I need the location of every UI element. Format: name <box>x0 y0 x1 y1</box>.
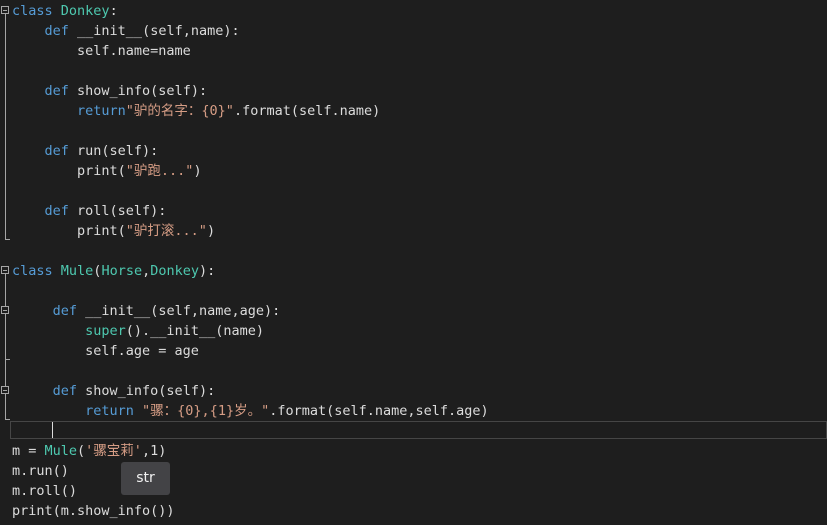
code-token: roll(self): <box>77 203 167 219</box>
code-line[interactable]: class Mule(Horse,Donkey): <box>12 261 215 281</box>
code-token: m = <box>12 443 45 459</box>
fold-toggle-donkey-class-icon[interactable] <box>1 6 9 14</box>
code-token: return <box>12 403 143 419</box>
code-line[interactable]: def run(self): <box>12 141 159 161</box>
code-editor[interactable]: class Donkey: def __init__(self,name): s… <box>0 0 827 525</box>
code-token: __init__ <box>85 303 151 319</box>
code-token: __init__ <box>77 23 143 39</box>
code-token: def <box>12 143 78 159</box>
code-line[interactable]: m = Mule('骡宝莉',1) <box>12 441 166 461</box>
code-token: class <box>12 3 61 19</box>
code-token: ().__init__(name) <box>125 323 264 339</box>
code-token: ( <box>77 443 86 459</box>
code-token: Donkey <box>60 3 110 19</box>
code-token: m.run() <box>12 463 69 479</box>
fold-guide-end <box>5 239 10 240</box>
code-token: "驴打滚..." <box>125 223 207 239</box>
code-token: m.roll() <box>12 483 78 499</box>
code-line[interactable]: def show_info(self): <box>12 381 216 401</box>
code-token: def <box>12 83 78 99</box>
code-token: .format(self.name,self.age) <box>269 403 489 419</box>
code-token: : <box>109 3 118 19</box>
code-line[interactable]: def show_info(self): <box>12 81 208 101</box>
code-line[interactable]: super().__init__(name) <box>12 321 264 341</box>
code-line[interactable]: class Donkey: <box>12 1 118 21</box>
code-token: ) <box>193 163 202 179</box>
code-token: def <box>12 23 78 39</box>
code-token: class <box>12 263 61 279</box>
code-line[interactable]: m.run() <box>12 461 69 481</box>
code-token: def <box>12 203 78 219</box>
code-line[interactable]: return "骡：{0},{1}岁。".format(self.name,se… <box>12 401 489 421</box>
code-token: , <box>142 263 151 279</box>
code-token: Horse <box>101 263 143 279</box>
code-token: print( <box>12 163 126 179</box>
fold-guide-end <box>5 419 10 420</box>
fold-toggle-show-info-method-icon[interactable] <box>1 386 9 394</box>
code-line[interactable]: def __init__(self,name,age): <box>12 301 281 321</box>
code-token: .format(self.name) <box>233 103 381 119</box>
code-token: "驴的名字：{0}" <box>125 103 234 119</box>
code-line[interactable]: self.age = age <box>12 341 199 361</box>
code-token: self.name=name <box>12 43 191 59</box>
code-line[interactable]: m.roll() <box>12 481 77 501</box>
code-token: Donkey <box>150 263 199 279</box>
code-token: Mule <box>44 443 78 459</box>
intellisense-tooltip: str <box>121 462 170 495</box>
code-token: show_info(self): <box>85 383 216 399</box>
fold-guide-line <box>5 14 6 240</box>
code-token: ,1) <box>141 443 167 459</box>
code-token: (self,name,age): <box>150 303 281 319</box>
code-token: "骡：{0},{1}岁。" <box>142 403 270 419</box>
code-token: def <box>12 383 86 399</box>
fold-guide-end <box>5 359 10 360</box>
code-token: (self,name): <box>142 23 240 39</box>
code-line[interactable]: def roll(self): <box>12 201 167 221</box>
code-line[interactable]: print(m.show_info()) <box>12 501 175 521</box>
fold-guide-line <box>5 274 6 420</box>
code-line[interactable]: def __init__(self,name): <box>12 21 240 41</box>
current-line-highlight <box>10 421 827 439</box>
code-token: print( <box>12 223 126 239</box>
fold-toggle-init-method-icon[interactable] <box>1 306 9 314</box>
code-token: def <box>12 303 86 319</box>
code-token: "驴跑..." <box>125 163 194 179</box>
fold-toggle-mule-class-icon[interactable] <box>1 266 9 274</box>
code-token: run(self): <box>77 143 159 159</box>
code-token: print(m.show_info()) <box>12 503 175 519</box>
code-token: super <box>12 323 126 339</box>
code-line[interactable]: self.name=name <box>12 41 191 61</box>
code-token: '骡宝莉' <box>85 443 142 459</box>
code-token: return <box>12 103 126 119</box>
code-token: show_info(self): <box>77 83 208 99</box>
text-cursor <box>52 422 53 438</box>
code-line[interactable]: print("驴打滚...") <box>12 221 215 241</box>
code-token: self.age = age <box>12 343 199 359</box>
code-token: ): <box>199 263 216 279</box>
code-line[interactable]: print("驴跑...") <box>12 161 202 181</box>
code-token: ) <box>206 223 216 239</box>
code-token: Mule <box>60 263 94 279</box>
code-line[interactable]: return"驴的名字：{0}".format(self.name) <box>12 101 380 121</box>
